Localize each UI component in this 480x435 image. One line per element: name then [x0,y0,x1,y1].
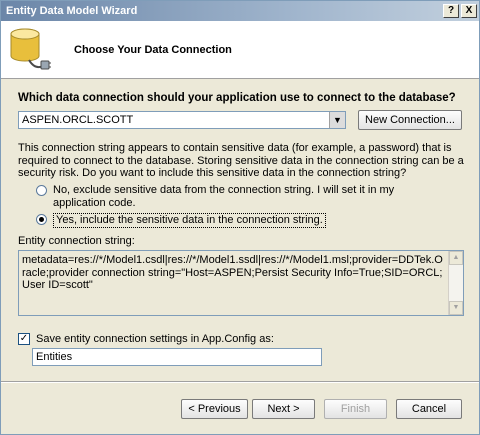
connection-question: Which data connection should your applic… [18,92,456,104]
config-name-value: Entities [36,351,73,363]
next-button[interactable]: Next > [252,399,315,419]
connection-dropdown[interactable]: ASPEN.ORCL.SCOTT ▼ [18,111,346,129]
close-button[interactable]: X [461,4,477,18]
entity-connection-label: Entity connection string: [18,235,135,247]
connection-dropdown-value: ASPEN.ORCL.SCOTT [22,114,134,126]
save-config-label: Save entity connection settings in App.C… [36,333,274,345]
wizard-header: Choose Your Data Connection [1,21,479,79]
new-connection-button[interactable]: New Connection... [358,110,462,130]
include-label: Yes, include the sensitive data in the c… [53,213,326,228]
vertical-scrollbar[interactable]: ▲ ▼ [448,251,463,315]
cancel-button[interactable]: Cancel [396,399,462,419]
scroll-down-icon[interactable]: ▼ [449,301,463,315]
entity-connection-value: metadata=res://*/Model1.csdl|res://*/Mod… [22,254,443,291]
scroll-up-icon[interactable]: ▲ [449,251,463,265]
footer-divider [1,381,479,383]
exclude-option[interactable]: No, exclude sensitive data from the conn… [36,184,446,210]
finish-label: Finish [340,403,371,415]
window-title: Entity Data Model Wizard [6,5,138,17]
cancel-label: Cancel [411,403,447,415]
finish-button[interactable]: Finish [324,399,387,419]
wizard-window: Entity Data Model Wizard ? X Choose Your… [0,0,480,435]
include-radio[interactable] [36,214,47,225]
sensitive-data-note: This connection string appears to contai… [18,142,464,179]
save-config-checkbox[interactable]: ✓ [18,333,30,345]
chevron-down-icon[interactable]: ▼ [329,112,345,128]
config-name-input[interactable]: Entities [32,348,322,366]
next-label: Next > [267,403,300,415]
save-config-option[interactable]: ✓ Save entity connection settings in App… [18,333,274,345]
exclude-label: No, exclude sensitive data from the conn… [53,184,395,209]
title-bar[interactable]: Entity Data Model Wizard ? X [1,1,479,21]
exclude-radio[interactable] [36,185,47,196]
database-plug-icon [10,28,51,70]
help-button[interactable]: ? [443,4,459,18]
include-option[interactable]: Yes, include the sensitive data in the c… [36,213,326,228]
page-heading: Choose Your Data Connection [74,44,232,56]
previous-button[interactable]: < Previous [181,399,248,419]
entity-connection-textbox[interactable]: metadata=res://*/Model1.csdl|res://*/Mod… [18,250,464,316]
previous-label: < Previous [188,403,241,415]
new-connection-label: New Connection... [365,114,455,126]
